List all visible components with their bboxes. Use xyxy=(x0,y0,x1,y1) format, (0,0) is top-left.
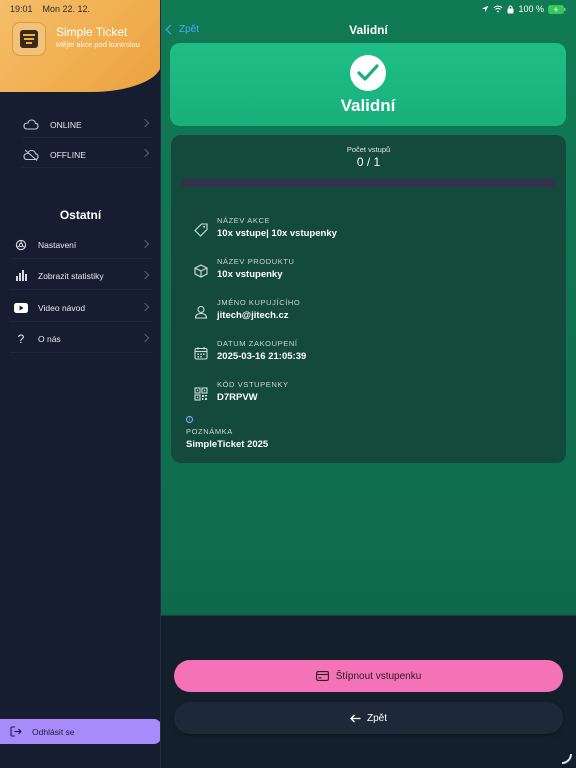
entry-count-label: Počet vstupů xyxy=(346,145,391,154)
chevron-right-icon xyxy=(140,302,150,312)
field-purchase-date: DATUM ZAKOUPENÍ 2025-03-16 21:05:39 xyxy=(193,339,533,369)
action-area xyxy=(161,616,576,768)
page-title: Validní xyxy=(349,23,388,37)
stamp-ticket-button[interactable]: Štípnout vstupenku xyxy=(174,660,563,692)
section-title-other: Ostatní xyxy=(59,208,102,222)
stamp-ticket-label: Štípnout vstupenku xyxy=(335,670,422,682)
chevron-right-icon xyxy=(140,239,150,249)
status-bar-right: 100 % xyxy=(481,4,566,14)
menu-item-label: Nastavení xyxy=(38,239,77,250)
app-logo-icon xyxy=(12,22,46,56)
back-button-label: Zpět xyxy=(366,712,387,724)
youtube-icon xyxy=(10,302,32,313)
field-event-name: NÁZEV AKCE 10x vstupe| 10x vstupenky xyxy=(193,216,533,246)
user-icon xyxy=(193,304,209,320)
menu-item-settings[interactable]: Nastavení xyxy=(10,231,152,259)
lock-rotation-icon xyxy=(507,5,514,14)
bar-chart-icon xyxy=(10,269,32,282)
ticket-card-icon xyxy=(315,671,329,681)
cloud-icon xyxy=(22,119,40,130)
chevron-right-icon xyxy=(140,148,150,158)
field-value: jitech@jitech.cz xyxy=(217,310,289,321)
menu-item-about[interactable]: ? O nás xyxy=(10,325,152,353)
field-label: KÓD VSTUPENKY xyxy=(217,380,289,389)
arrow-left-icon xyxy=(350,714,361,723)
ticket-info-card: Počet vstupů 0 / 1 NÁZEV AKCE 10x vstupe… xyxy=(171,135,566,463)
app-title: Simple Ticket xyxy=(56,25,128,39)
mode-item-label: ONLINE xyxy=(50,119,82,130)
field-value: 10x vstupe| 10x vstupenky xyxy=(217,228,337,239)
chevron-right-icon xyxy=(140,333,150,343)
info-icon: i xyxy=(186,416,193,423)
field-label: NÁZEV AKCE xyxy=(217,216,271,225)
settings-icon xyxy=(10,239,32,251)
calendar-icon xyxy=(193,345,209,361)
field-label: NÁZEV PRODUKTU xyxy=(217,257,295,266)
field-ticket-code: KÓD VSTUPENKY D7RPVW xyxy=(193,380,533,410)
logout-label: Odhlásit se xyxy=(32,726,75,737)
battery-percent: 100 % xyxy=(518,4,544,14)
qr-code-icon xyxy=(193,386,209,402)
menu-item-video-guide[interactable]: Video návod xyxy=(10,294,152,322)
logout-icon xyxy=(10,726,22,737)
mode-item-offline[interactable]: OFFLINE xyxy=(22,142,152,168)
status-bar-left: 19:01 Mon 22. 12. xyxy=(10,4,90,14)
chevron-right-icon xyxy=(140,270,150,280)
cloud-off-icon xyxy=(22,149,40,161)
wifi-icon xyxy=(493,5,503,13)
entry-progress-bar xyxy=(181,179,556,187)
back-button[interactable]: Zpět xyxy=(174,702,563,734)
menu-item-label: Zobrazit statistiky xyxy=(38,270,104,281)
status-time: 19:01 xyxy=(10,4,33,14)
field-buyer-name: JMÉNO KUPUJÍCÍHO jitech@jitech.cz xyxy=(193,298,533,328)
battery-icon xyxy=(548,4,566,14)
menu-item-statistics[interactable]: Zobrazit statistiky xyxy=(10,262,152,290)
validity-status-card: Validní xyxy=(170,43,566,126)
validity-status-label: Validní xyxy=(340,96,396,115)
field-value: 10x vstupenky xyxy=(217,269,283,280)
status-date: Mon 22. 12. xyxy=(42,4,91,14)
field-product-name: NÁZEV PRODUKTU 10x vstupenky xyxy=(193,257,533,287)
note-value: SimpleTicket 2025 xyxy=(186,439,269,450)
note-label: POZNÁMKA xyxy=(186,427,233,436)
field-value: D7RPVW xyxy=(217,392,258,403)
tag-icon xyxy=(193,222,209,238)
field-label: DATUM ZAKOUPENÍ xyxy=(217,339,298,348)
logout-button[interactable]: Odhlásit se xyxy=(0,719,160,744)
app-subtitle: Mějte akce pod kontrolou xyxy=(56,40,140,49)
mode-item-label: OFFLINE xyxy=(50,149,86,160)
box-icon xyxy=(193,263,209,279)
field-label: JMÉNO KUPUJÍCÍHO xyxy=(217,298,301,307)
entry-count-value: 0 / 1 xyxy=(356,155,381,169)
mode-item-online[interactable]: ONLINE xyxy=(22,112,152,138)
menu-item-label: O nás xyxy=(38,333,61,344)
field-value: 2025-03-16 21:05:39 xyxy=(217,351,307,362)
sidebar: Simple Ticket Mějte akce pod kontrolou O… xyxy=(0,0,161,768)
chevron-right-icon xyxy=(140,118,150,128)
location-icon xyxy=(481,5,489,13)
main-panel: Zpět Validní Validní Počet vstupů 0 / 1 … xyxy=(161,0,576,768)
menu-item-label: Video návod xyxy=(38,302,86,313)
question-icon: ? xyxy=(17,331,25,346)
checkmark-icon xyxy=(350,55,386,91)
